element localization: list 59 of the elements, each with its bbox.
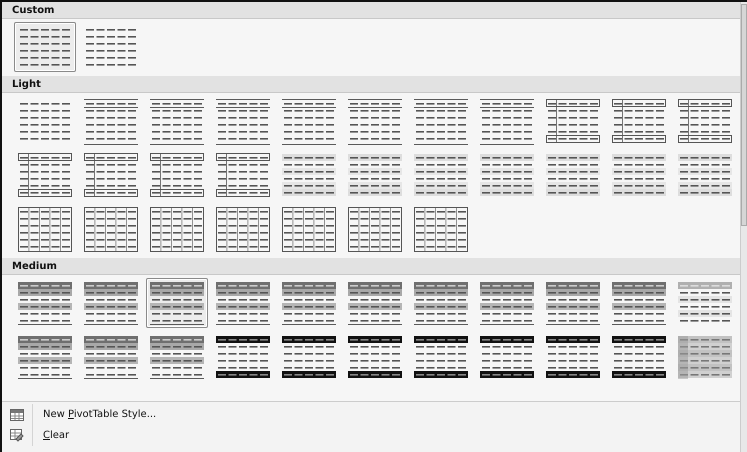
table-style-icon <box>214 152 272 198</box>
table-style-icon <box>346 280 404 326</box>
table-style-icon <box>214 280 272 326</box>
table-style-icon <box>412 334 470 380</box>
table-style-icon <box>478 98 536 144</box>
scrollbar[interactable] <box>740 2 747 452</box>
table-style-icon <box>16 206 74 252</box>
table-style-swatch[interactable] <box>146 278 208 328</box>
table-style-icon <box>610 152 668 198</box>
table-style-icon <box>280 280 338 326</box>
table-style-icon <box>412 280 470 326</box>
table-style-icon <box>280 334 338 380</box>
table-style-icon <box>148 98 206 144</box>
table-style-icon <box>346 334 404 380</box>
table-style-icon <box>280 98 338 144</box>
menu-item[interactable]: Clear <box>33 430 70 441</box>
table-style-icon <box>82 334 140 380</box>
table-style-icon <box>676 334 734 380</box>
table-style-icon <box>478 334 536 380</box>
table-style-icon <box>148 334 206 380</box>
table-style-icon <box>544 280 602 326</box>
table-style-icon <box>478 280 536 326</box>
table-style-icon <box>148 152 206 198</box>
eraser-table-icon <box>10 429 24 442</box>
table-style-icon <box>676 98 734 144</box>
table-style-icon <box>148 206 206 252</box>
table-style-icon <box>148 280 206 326</box>
table-style-icon <box>16 280 74 326</box>
section-header: Custom <box>2 2 740 19</box>
table-style-icon <box>16 152 74 198</box>
table-style-icon <box>346 152 404 198</box>
table-style-icon <box>82 152 140 198</box>
section-header: Medium <box>2 258 740 275</box>
table-style-icon <box>346 98 404 144</box>
table-style-icon <box>610 280 668 326</box>
table-style-icon <box>82 206 140 252</box>
table-style-icon <box>214 334 272 380</box>
table-style-icon <box>214 206 272 252</box>
table-style-icon <box>280 206 338 252</box>
table-style-icon <box>610 98 668 144</box>
table-style-icon <box>412 98 470 144</box>
table-style-icon <box>82 280 140 326</box>
section-header: Light <box>2 76 740 93</box>
table-style-icon <box>412 206 470 252</box>
table-style-icon <box>478 152 536 198</box>
table-style-icon <box>544 152 602 198</box>
table-style-icon <box>610 334 668 380</box>
table-style-icon <box>676 152 734 198</box>
table-style-icon <box>82 98 140 144</box>
table-style-icon <box>346 206 404 252</box>
table-style-icon <box>544 334 602 380</box>
table-style-icon <box>214 98 272 144</box>
table-style-icon <box>280 152 338 198</box>
table-style-swatch[interactable] <box>14 22 76 72</box>
table-style-icon <box>544 98 602 144</box>
menu-item[interactable]: New PivotTable Style... <box>33 409 156 420</box>
table-style-icon <box>16 334 74 380</box>
table-icon <box>10 408 24 420</box>
table-style-icon <box>412 152 470 198</box>
